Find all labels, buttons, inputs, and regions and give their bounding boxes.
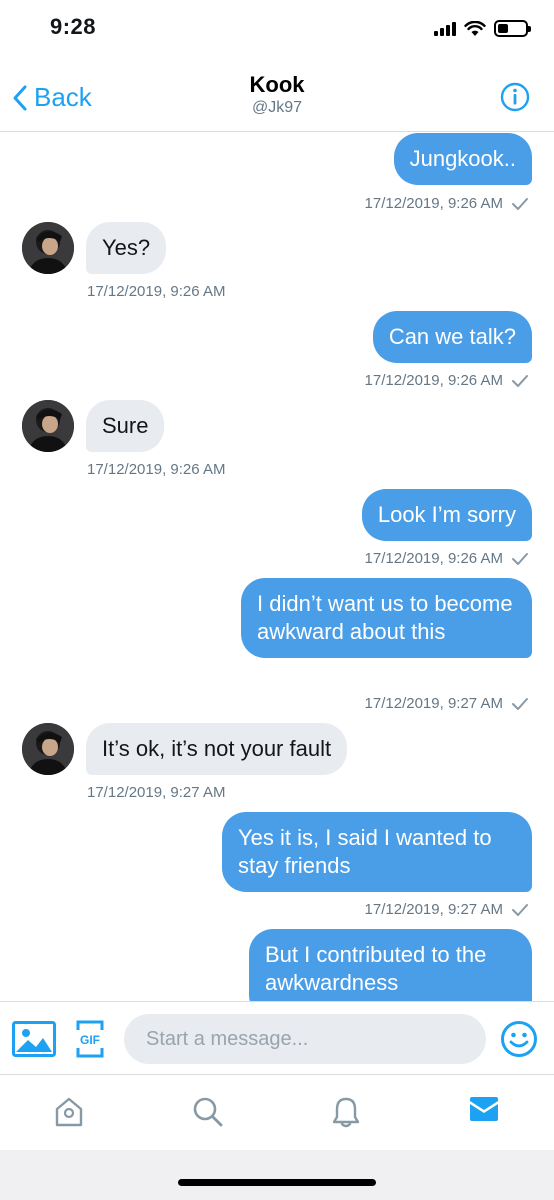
message-timestamp: 17/12/2019, 9:26 AM bbox=[364, 372, 503, 389]
profile-photo bbox=[22, 222, 74, 274]
info-button[interactable] bbox=[500, 82, 530, 117]
battery-icon bbox=[494, 20, 531, 37]
message-meta: 17/12/2019, 9:26 AM bbox=[87, 283, 225, 300]
tab-search[interactable] bbox=[192, 1096, 224, 1133]
profile-photo bbox=[22, 400, 74, 452]
sent-check-icon bbox=[512, 197, 528, 210]
message-timestamp: 17/12/2019, 9:27 AM bbox=[364, 695, 503, 712]
wifi-icon bbox=[464, 20, 486, 36]
add-photo-button[interactable] bbox=[12, 1021, 56, 1062]
conversation-title: Kook @Jk97 bbox=[0, 72, 554, 117]
message-timestamp: 17/12/2019, 9:26 AM bbox=[87, 461, 226, 478]
envelope-icon bbox=[470, 1097, 498, 1121]
message-bubble-outgoing[interactable]: Yes it is, I said I wanted to stay frien… bbox=[222, 812, 532, 892]
status-icons bbox=[434, 20, 531, 37]
info-icon bbox=[500, 82, 530, 112]
tab-bar bbox=[0, 1076, 554, 1150]
tab-messages[interactable] bbox=[469, 1096, 499, 1127]
status-time: 9:28 bbox=[50, 14, 97, 39]
message-bubble-incoming[interactable]: It’s ok, it’s not your fault bbox=[86, 723, 348, 775]
sent-check-icon bbox=[512, 903, 528, 916]
message-timestamp: 17/12/2019, 9:26 AM bbox=[364, 195, 503, 212]
home-icon bbox=[55, 1097, 83, 1127]
avatar[interactable] bbox=[22, 400, 74, 452]
search-icon bbox=[193, 1097, 223, 1127]
message-meta: 17/12/2019, 9:26 AM bbox=[87, 461, 225, 478]
message-composer: GIF bbox=[0, 1001, 554, 1075]
profile-photo bbox=[22, 723, 74, 775]
message-thread[interactable]: Jungkook.. 17/12/2019, 9:26 AM Yes? 17/1… bbox=[0, 133, 554, 1001]
tab-home[interactable] bbox=[54, 1096, 84, 1133]
signal-icon bbox=[434, 21, 456, 36]
message-bubble-outgoing[interactable]: Look I’m sorry bbox=[361, 489, 532, 541]
message-timestamp: 17/12/2019, 9:27 AM bbox=[364, 901, 503, 918]
message-input[interactable] bbox=[124, 1014, 486, 1064]
message-timestamp: 17/12/2019, 9:26 AM bbox=[364, 550, 503, 567]
message-bubble-outgoing[interactable]: Jungkook.. bbox=[393, 133, 532, 185]
message-meta: 17/12/2019, 9:27 AM bbox=[365, 901, 529, 918]
message-meta: 17/12/2019, 9:27 AM bbox=[365, 695, 529, 712]
conversation-header: Back Kook @Jk97 bbox=[0, 60, 554, 132]
message-meta: 17/12/2019, 9:26 AM bbox=[365, 372, 529, 389]
contact-name: Kook bbox=[249, 72, 305, 97]
bell-icon bbox=[332, 1097, 360, 1128]
message-timestamp: 17/12/2019, 9:26 AM bbox=[87, 283, 226, 300]
message-bubble-outgoing[interactable]: I didn’t want us to become awkward about… bbox=[241, 578, 532, 658]
avatar[interactable] bbox=[22, 723, 74, 775]
sent-check-icon bbox=[512, 374, 528, 387]
message-bubble-outgoing[interactable]: Can we talk? bbox=[372, 311, 532, 363]
message-bubble-incoming[interactable]: Sure bbox=[86, 400, 165, 452]
add-gif-button[interactable]: GIF bbox=[75, 1020, 105, 1063]
sent-check-icon bbox=[512, 697, 528, 710]
home-indicator[interactable] bbox=[178, 1179, 376, 1186]
svg-text:GIF: GIF bbox=[80, 1033, 100, 1047]
message-meta: 17/12/2019, 9:27 AM bbox=[87, 784, 225, 801]
contact-handle: @Jk97 bbox=[251, 99, 303, 116]
emoji-button[interactable] bbox=[500, 1020, 538, 1063]
tab-notifications[interactable] bbox=[331, 1096, 361, 1133]
message-timestamp: 17/12/2019, 9:27 AM bbox=[87, 784, 226, 801]
message-bubble-outgoing[interactable]: But I contributed to the awkwardness bbox=[249, 929, 532, 1001]
image-icon bbox=[12, 1021, 56, 1057]
message-meta: 17/12/2019, 9:26 AM bbox=[365, 550, 529, 567]
gif-icon: GIF bbox=[76, 1020, 104, 1058]
message-meta: 17/12/2019, 9:26 AM bbox=[365, 195, 529, 212]
smiley-icon bbox=[501, 1021, 537, 1057]
home-indicator-area bbox=[0, 1150, 554, 1200]
sent-check-icon bbox=[512, 552, 528, 565]
message-bubble-incoming[interactable]: Yes? bbox=[86, 222, 167, 274]
status-bar: 9:28 bbox=[0, 0, 554, 60]
avatar[interactable] bbox=[22, 222, 74, 274]
